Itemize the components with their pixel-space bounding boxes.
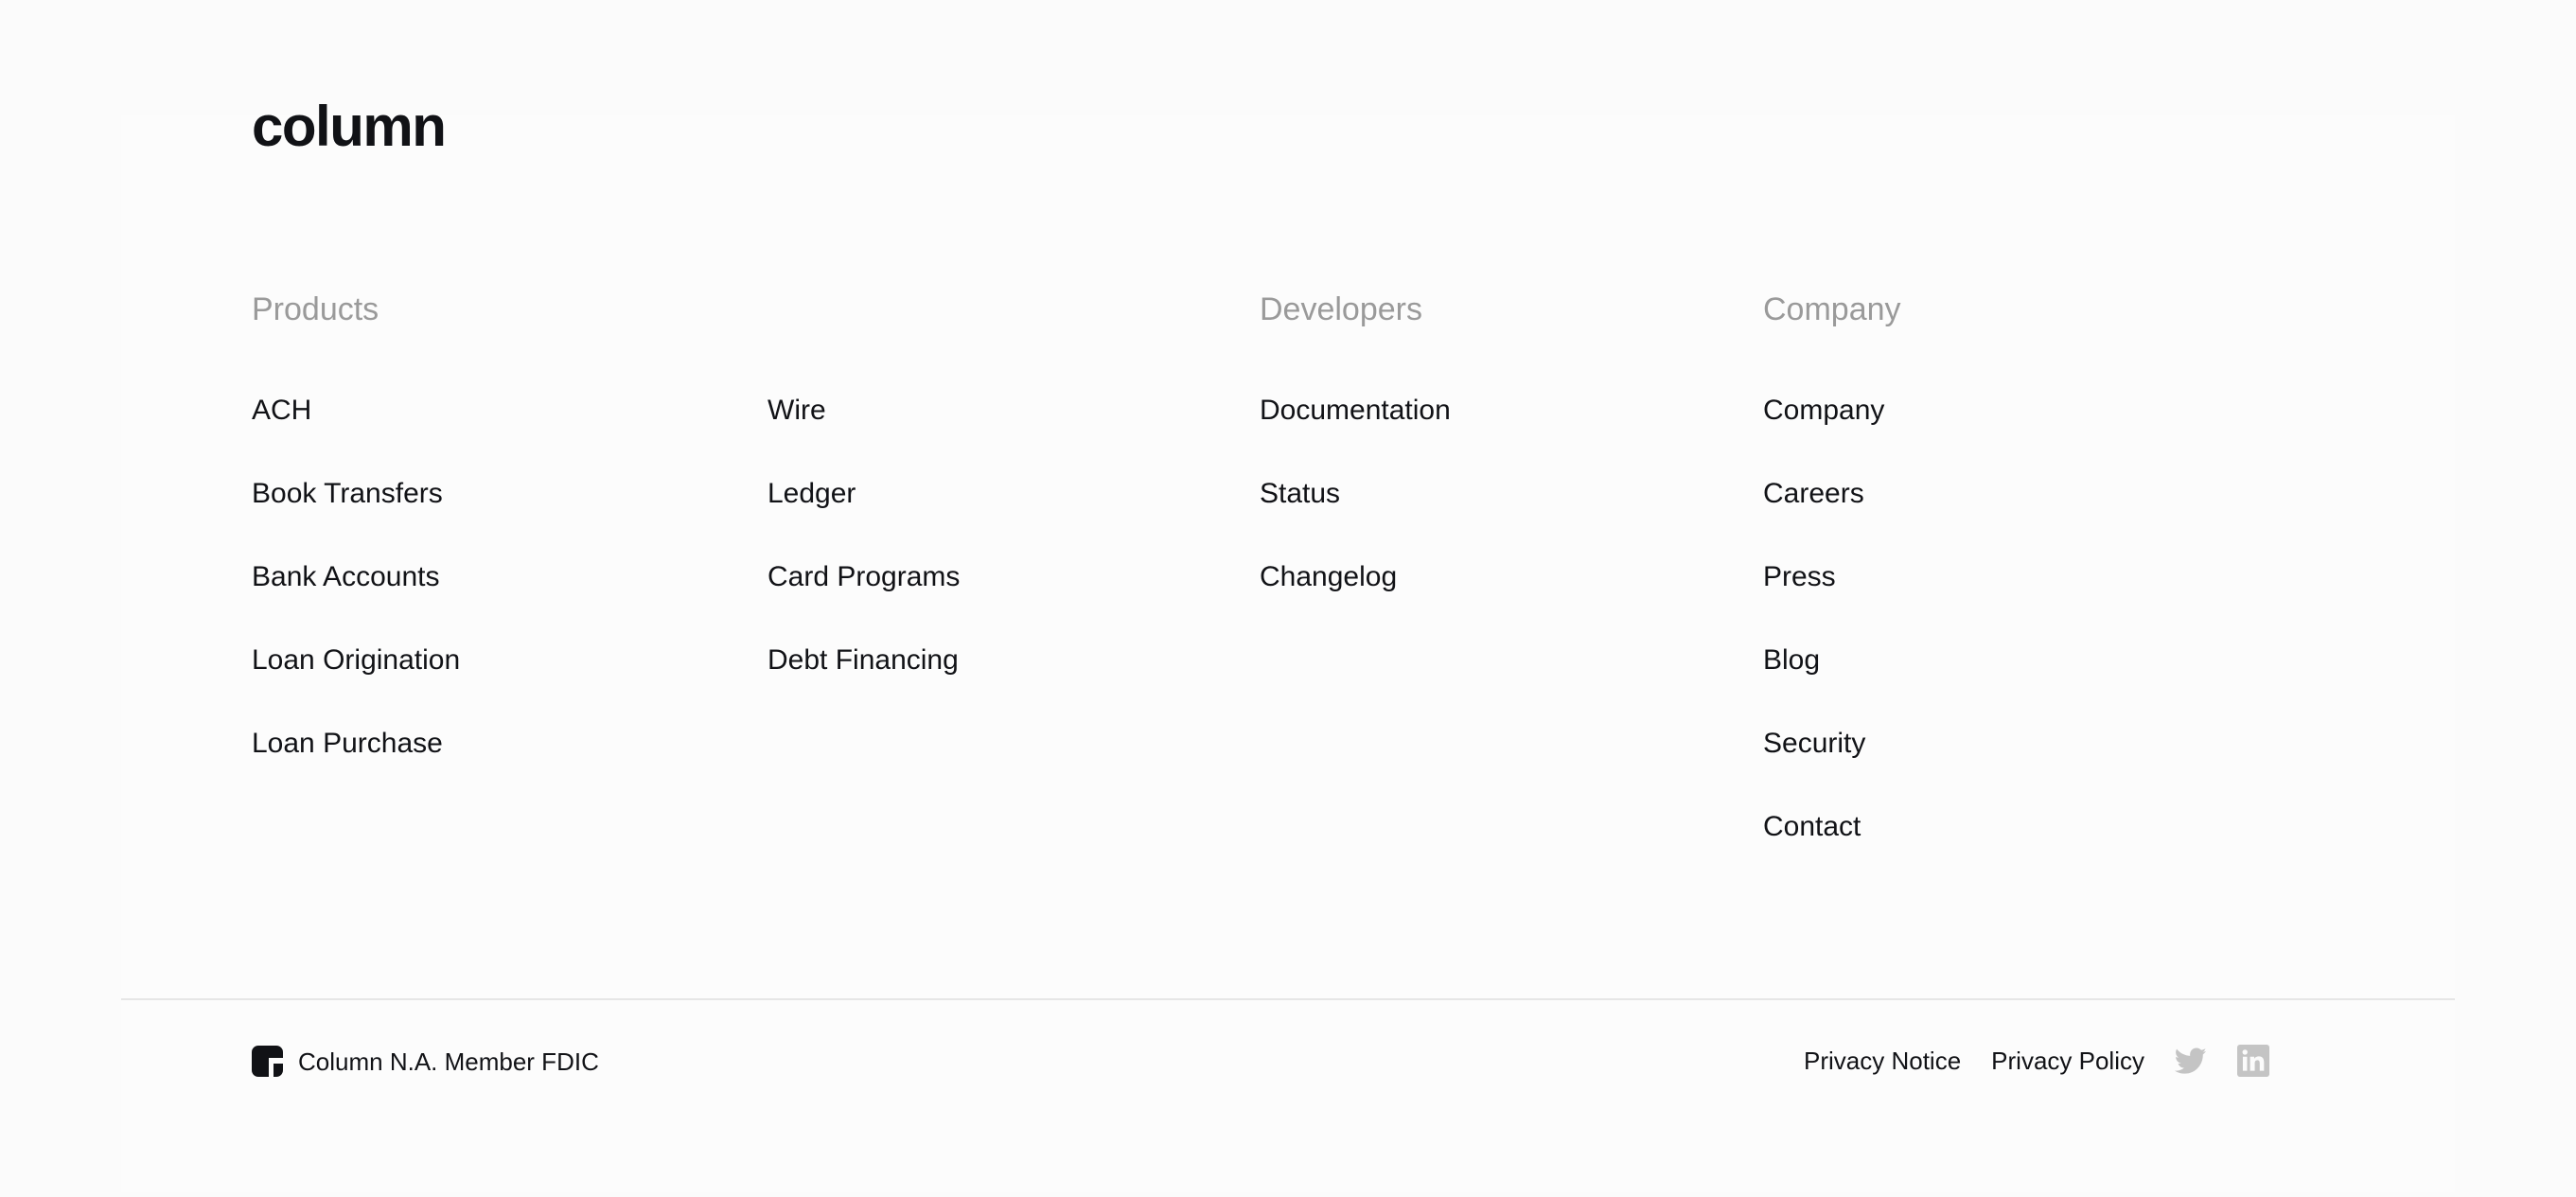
footer-link-changelog[interactable]: Changelog [1260, 559, 1451, 643]
footer-divider [121, 998, 2455, 1000]
developers-links: Documentation Status Changelog [1260, 393, 1451, 643]
products-links-right: Wire Ledger Card Programs Debt Financing [768, 393, 960, 726]
footer-link-company[interactable]: Company [1763, 393, 1884, 476]
footer-link-blog[interactable]: Blog [1763, 643, 1884, 726]
column-mark-icon [252, 1046, 283, 1077]
linkedin-icon[interactable] [2237, 1045, 2269, 1077]
privacy-notice-link[interactable]: Privacy Notice [1804, 1046, 1961, 1076]
footer-link-press[interactable]: Press [1763, 559, 1884, 643]
footer-link-status[interactable]: Status [1260, 476, 1451, 559]
footer-link-careers[interactable]: Careers [1763, 476, 1884, 559]
company-links: Company Careers Press Blog Security Cont… [1763, 393, 1884, 892]
products-heading: Products [252, 291, 379, 327]
footer-link-ledger[interactable]: Ledger [768, 476, 960, 559]
developers-heading: Developers [1260, 291, 1422, 327]
footer-link-contact[interactable]: Contact [1763, 809, 1884, 892]
footer-link-bank-accounts[interactable]: Bank Accounts [252, 559, 460, 643]
column-logo[interactable]: column [252, 98, 447, 155]
footer-panel [121, 115, 2455, 1192]
bank-disclosure-text: Column N.A. Member FDIC [298, 1047, 599, 1076]
footer-link-book-transfers[interactable]: Book Transfers [252, 476, 460, 559]
footer-link-loan-purchase[interactable]: Loan Purchase [252, 726, 460, 809]
footer-link-documentation[interactable]: Documentation [1260, 393, 1451, 476]
footer-link-debt-financing[interactable]: Debt Financing [768, 643, 960, 726]
footer-link-loan-origination[interactable]: Loan Origination [252, 643, 460, 726]
footer-link-card-programs[interactable]: Card Programs [768, 559, 960, 643]
twitter-icon[interactable] [2175, 1045, 2207, 1077]
legal-and-social-links: Privacy Notice Privacy Policy [1804, 1043, 2269, 1079]
footer-link-ach[interactable]: ACH [252, 393, 460, 476]
company-heading: Company [1763, 291, 1901, 327]
privacy-policy-link[interactable]: Privacy Policy [1991, 1046, 2144, 1076]
products-links-left: ACH Book Transfers Bank Accounts Loan Or… [252, 393, 460, 809]
footer-link-wire[interactable]: Wire [768, 393, 960, 476]
footer-link-security[interactable]: Security [1763, 726, 1884, 809]
